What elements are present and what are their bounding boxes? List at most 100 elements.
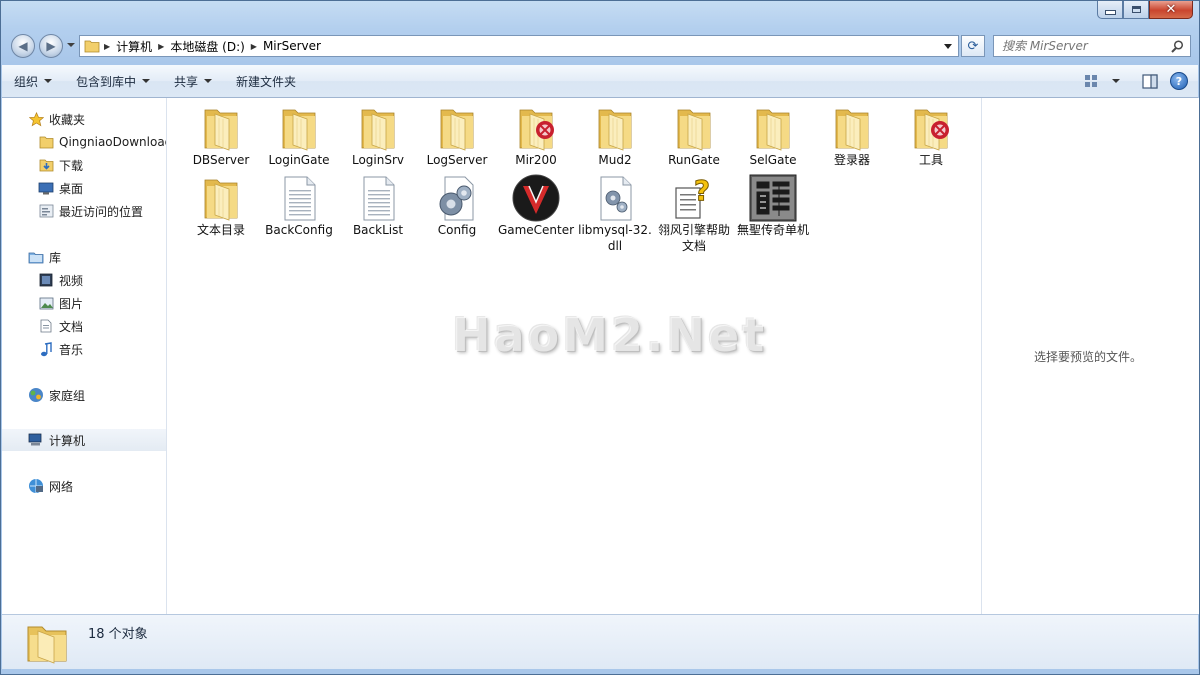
dropdown-arrow-icon — [44, 79, 53, 83]
folder-icon — [197, 104, 245, 152]
sidebar-item-recent-places[interactable]: 最近访问的位置 — [2, 200, 166, 222]
sidebar-item-documents[interactable]: 文档 — [2, 315, 166, 337]
config-file-icon — [433, 174, 481, 222]
view-dropdown-icon[interactable] — [1112, 79, 1120, 83]
file-item[interactable]: SelGate — [734, 104, 812, 168]
folder-icon — [275, 104, 323, 152]
address-dropdown-icon[interactable] — [944, 44, 952, 49]
breadcrumb-separator-icon[interactable]: ▶ — [102, 42, 112, 51]
text-document-icon — [275, 174, 323, 222]
explorer-window: ✕ ◀ ▶ ▶ 计算机 ▶ 本地磁盘 (D:) ▶ MirServer ⟳ 搜索… — [0, 0, 1200, 675]
picture-icon — [38, 295, 54, 311]
view-options-icon[interactable] — [1084, 74, 1100, 88]
refresh-button[interactable]: ⟳ — [961, 35, 985, 57]
folder-icon — [354, 104, 402, 152]
search-box[interactable] — [993, 35, 1191, 57]
file-item[interactable]: BackList — [339, 174, 417, 238]
file-item[interactable]: libmysql-32.dll — [576, 174, 654, 254]
file-item[interactable]: BackConfig — [260, 174, 338, 238]
minimize-icon — [1104, 10, 1116, 15]
breadcrumb-separator-icon[interactable]: ▶ — [249, 42, 259, 51]
file-label: BackConfig — [265, 223, 333, 237]
share-menu[interactable]: 共享 — [162, 65, 224, 97]
navigation-bar: ◀ ▶ ▶ 计算机 ▶ 本地磁盘 (D:) ▶ MirServer ⟳ — [1, 31, 1199, 63]
breadcrumb-drive[interactable]: 本地磁盘 (D:) — [166, 38, 248, 55]
address-bar[interactable]: ▶ 计算机 ▶ 本地磁盘 (D:) ▶ MirServer — [79, 35, 959, 57]
file-label: Mud2 — [598, 153, 632, 167]
file-item[interactable]: ? 翎风引擎帮助文档 — [655, 174, 733, 254]
file-item[interactable]: LoginGate — [260, 104, 338, 168]
file-label: LoginSrv — [351, 153, 405, 167]
folder-icon — [84, 40, 100, 53]
sidebar-item-downloads[interactable]: 下载 — [2, 154, 166, 176]
refresh-icon: ⟳ — [967, 38, 979, 54]
file-item[interactable]: 工具 — [892, 104, 970, 168]
homegroup-icon — [28, 387, 44, 403]
file-label: 工具 — [918, 153, 943, 167]
sidebar-item-qingniaodownloads[interactable]: QingniaoDownloads — [2, 131, 166, 153]
sidebar-item-label: QingniaoDownloads — [59, 135, 167, 149]
forward-button[interactable]: ▶ — [39, 34, 63, 58]
sidebar-item-label: 最近访问的位置 — [59, 204, 144, 219]
minimize-button[interactable] — [1097, 1, 1123, 19]
preview-pane-icon[interactable] — [1142, 73, 1158, 89]
sidebar-network[interactable]: 网络 — [2, 475, 166, 497]
document-icon — [38, 318, 54, 334]
folder-icon — [670, 104, 718, 152]
file-item[interactable]: Mir200 — [497, 104, 575, 168]
details-pane: 18 个对象 — [2, 614, 1198, 669]
dll-file-icon — [591, 174, 639, 222]
file-item[interactable]: LogServer — [418, 104, 496, 168]
preview-pane: 选择要预览的文件。 — [981, 98, 1199, 614]
maximize-button[interactable] — [1123, 1, 1149, 19]
organize-menu[interactable]: 组织 — [2, 65, 64, 97]
file-item[interactable]: 登录器 — [813, 104, 891, 168]
file-item[interactable]: 無聖传奇单机 — [734, 174, 812, 238]
breadcrumb-separator-icon[interactable]: ▶ — [156, 42, 166, 51]
computer-icon — [28, 432, 44, 448]
sidebar-item-desktop[interactable]: 桌面 — [2, 177, 166, 199]
download-folder-icon — [38, 157, 54, 173]
breadcrumb-current-folder[interactable]: MirServer — [259, 39, 325, 53]
sidebar-computer[interactable]: 计算机 — [2, 429, 166, 451]
file-label: 無聖传奇单机 — [736, 223, 809, 237]
file-item[interactable]: Mud2 — [576, 104, 654, 168]
sidebar-libraries[interactable]: 库 — [2, 246, 166, 268]
file-label: RunGate — [668, 153, 720, 167]
dropdown-arrow-icon — [204, 79, 213, 83]
file-item[interactable]: 文本目录 — [182, 174, 260, 238]
back-button[interactable]: ◀ — [11, 34, 35, 58]
file-item[interactable]: RunGate — [655, 104, 733, 168]
file-label: SelGate — [749, 153, 797, 167]
help-icon[interactable]: ? — [1170, 72, 1188, 90]
folder-icon — [591, 104, 639, 152]
include-in-library-menu[interactable]: 包含到库中 — [64, 65, 162, 97]
back-arrow-icon: ◀ — [18, 39, 28, 53]
search-icon[interactable] — [1171, 39, 1184, 53]
file-label: 翎风引擎帮助文档 — [657, 223, 730, 253]
file-item[interactable]: LoginSrv — [339, 104, 417, 168]
sidebar-favorites[interactable]: 收藏夹 — [2, 108, 166, 130]
close-button[interactable]: ✕ — [1149, 1, 1193, 19]
file-item[interactable]: DBServer — [182, 104, 260, 168]
file-label: 登录器 — [833, 153, 870, 167]
file-label: 文本目录 — [196, 223, 245, 237]
sidebar-item-pictures[interactable]: 图片 — [2, 292, 166, 314]
forward-arrow-icon: ▶ — [46, 39, 56, 53]
file-label: LogServer — [426, 153, 488, 167]
file-item[interactable]: GameCenter — [497, 174, 575, 238]
recent-pages-dropdown[interactable] — [67, 43, 75, 47]
file-label: Mir200 — [515, 153, 557, 167]
breadcrumb-computer[interactable]: 计算机 — [112, 38, 156, 55]
dropdown-arrow-icon — [142, 79, 151, 83]
new-folder-button[interactable]: 新建文件夹 — [224, 65, 308, 97]
sidebar-item-videos[interactable]: 视频 — [2, 269, 166, 291]
search-input[interactable] — [994, 38, 1171, 54]
sidebar-homegroup[interactable]: 家庭组 — [2, 384, 166, 406]
sidebar-item-label: 文档 — [59, 319, 84, 334]
sidebar-item-label: 桌面 — [59, 181, 84, 196]
navigation-pane[interactable]: 收藏夹 QingniaoDownloads 下载 桌面 最近访问的位置 库 视频… — [2, 98, 167, 614]
file-item[interactable]: Config — [418, 174, 496, 238]
sidebar-item-music[interactable]: 音乐 — [2, 338, 166, 360]
include-in-library-label: 包含到库中 — [76, 74, 137, 89]
